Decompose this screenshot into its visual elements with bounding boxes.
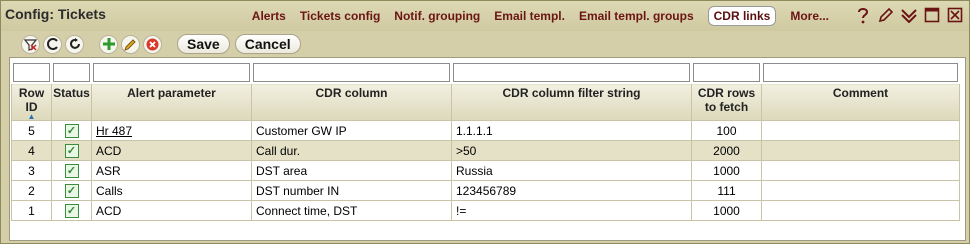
col-header-cdr-column[interactable]: CDR column bbox=[251, 83, 452, 121]
cell-row-id: 3 bbox=[11, 160, 52, 181]
cell-alert-parameter: ACD bbox=[91, 200, 252, 221]
table-row[interactable]: 3 ✓ ASR DST area Russia 1000 bbox=[11, 160, 960, 181]
filter-row bbox=[11, 61, 960, 84]
cell-cdr-filter: >50 bbox=[451, 140, 692, 161]
col-header-comment[interactable]: Comment bbox=[761, 83, 960, 121]
cell-cdr-rows: 1000 bbox=[691, 160, 762, 181]
cell-cdr-filter: 1.1.1.1 bbox=[451, 120, 692, 141]
cell-comment bbox=[761, 200, 960, 221]
filter-cdr-column-input[interactable] bbox=[253, 63, 450, 82]
tab-notif-grouping[interactable]: Notif. grouping bbox=[394, 7, 480, 25]
status-check-icon[interactable]: ✓ bbox=[64, 204, 79, 218]
cell-cdr-column: Call dur. bbox=[251, 140, 452, 161]
cell-row-id: 2 bbox=[11, 180, 52, 201]
table-row[interactable]: 2 ✓ Calls DST number IN 123456789 111 bbox=[11, 180, 960, 201]
tab-email-templ-groups[interactable]: Email templ. groups bbox=[579, 7, 694, 25]
cancel-button[interactable]: Cancel bbox=[234, 34, 301, 54]
tab-alerts[interactable]: Alerts bbox=[252, 7, 286, 25]
cell-comment bbox=[761, 160, 960, 181]
cell-comment bbox=[761, 120, 960, 141]
save-button[interactable]: Save bbox=[177, 34, 230, 54]
delete-icon[interactable] bbox=[143, 34, 162, 54]
grid-panel: Row ID ▲ Status Alert parameter CDR colum… bbox=[9, 57, 966, 241]
close-icon[interactable] bbox=[945, 5, 965, 25]
config-window: Config: Tickets Alerts Tickets config No… bbox=[0, 0, 970, 244]
tab-email-templ[interactable]: Email templ. bbox=[494, 7, 565, 25]
col-header-cdr-filter[interactable]: CDR column filter string bbox=[451, 83, 692, 121]
cell-cdr-column: Customer GW IP bbox=[251, 120, 452, 141]
cell-alert-parameter: Calls bbox=[91, 180, 252, 201]
title-bar: Config: Tickets Alerts Tickets config No… bbox=[1, 1, 969, 31]
status-check-icon[interactable]: ✓ bbox=[64, 164, 79, 178]
toolbar: Save Cancel bbox=[21, 33, 306, 55]
cell-cdr-column: Connect time, DST bbox=[251, 200, 452, 221]
help-icon[interactable] bbox=[853, 5, 873, 25]
filter-row-id-input[interactable] bbox=[13, 63, 50, 82]
col-header-status[interactable]: Status bbox=[51, 83, 92, 121]
status-check-icon[interactable]: ✓ bbox=[64, 144, 79, 158]
cell-cdr-filter: 123456789 bbox=[451, 180, 692, 201]
filter-alert-parameter-input[interactable] bbox=[93, 63, 250, 82]
cell-cdr-rows: 111 bbox=[691, 180, 762, 201]
col-header-cdr-rows[interactable]: CDR rows to fetch bbox=[691, 83, 762, 121]
cell-comment bbox=[761, 140, 960, 161]
cell-cdr-rows: 1000 bbox=[691, 200, 762, 221]
cell-alert-parameter: ASR bbox=[91, 160, 252, 181]
alert-parameter-link[interactable]: Hr 487 bbox=[96, 124, 132, 138]
window-title: Config: Tickets bbox=[5, 6, 106, 22]
status-check-icon[interactable]: ✓ bbox=[64, 184, 79, 198]
col-header-row-id[interactable]: Row ID ▲ bbox=[11, 83, 52, 121]
table-row[interactable]: 5 ✓ Hr 487 Customer GW IP 1.1.1.1 100 bbox=[11, 120, 960, 141]
refresh-icon[interactable] bbox=[65, 34, 84, 54]
table-row[interactable]: 1 ✓ ACD Connect time, DST != 1000 bbox=[11, 200, 960, 221]
cell-cdr-rows: 2000 bbox=[691, 140, 762, 161]
cell-cdr-column: DST number IN bbox=[251, 180, 452, 201]
edit-icon[interactable] bbox=[121, 34, 140, 54]
cell-row-id: 5 bbox=[11, 120, 52, 141]
cell-cdr-filter: != bbox=[451, 200, 692, 221]
status-check-icon[interactable]: ✓ bbox=[64, 124, 79, 138]
collapse-chevron-icon[interactable] bbox=[899, 5, 919, 25]
header-row: Row ID ▲ Status Alert parameter CDR colum… bbox=[11, 83, 960, 121]
filter-comment-input[interactable] bbox=[763, 63, 958, 82]
tab-cdr-links[interactable]: CDR links bbox=[707, 6, 777, 26]
clear-icon[interactable] bbox=[43, 34, 62, 54]
filter-cdr-rows-input[interactable] bbox=[693, 63, 760, 82]
filter-status-input[interactable] bbox=[53, 63, 90, 82]
cell-cdr-filter: Russia bbox=[451, 160, 692, 181]
maximize-icon[interactable] bbox=[922, 5, 942, 25]
table-row[interactable]: 4 ✓ ACD Call dur. >50 2000 bbox=[11, 140, 960, 161]
tab-bar: Alerts Tickets config Notif. grouping Em… bbox=[238, 6, 829, 26]
col-header-alert-parameter[interactable]: Alert parameter bbox=[91, 83, 252, 121]
cdr-links-table: Row ID ▲ Status Alert parameter CDR colum… bbox=[11, 61, 960, 221]
cell-cdr-rows: 100 bbox=[691, 120, 762, 141]
tab-more[interactable]: More... bbox=[790, 7, 829, 25]
cell-row-id: 1 bbox=[11, 200, 52, 221]
cell-comment bbox=[761, 180, 960, 201]
window-controls bbox=[850, 5, 965, 25]
cell-cdr-column: DST area bbox=[251, 160, 452, 181]
filter-cdr-filter-input[interactable] bbox=[453, 63, 690, 82]
edit-pencil-icon[interactable] bbox=[876, 5, 896, 25]
add-icon[interactable] bbox=[99, 34, 118, 54]
clear-filter-icon[interactable] bbox=[21, 34, 40, 54]
cell-row-id: 4 bbox=[11, 140, 52, 161]
sort-indicator-icon: ▲ bbox=[27, 112, 36, 121]
tab-tickets-config[interactable]: Tickets config bbox=[300, 7, 380, 25]
cell-alert-parameter: ACD bbox=[91, 140, 252, 161]
